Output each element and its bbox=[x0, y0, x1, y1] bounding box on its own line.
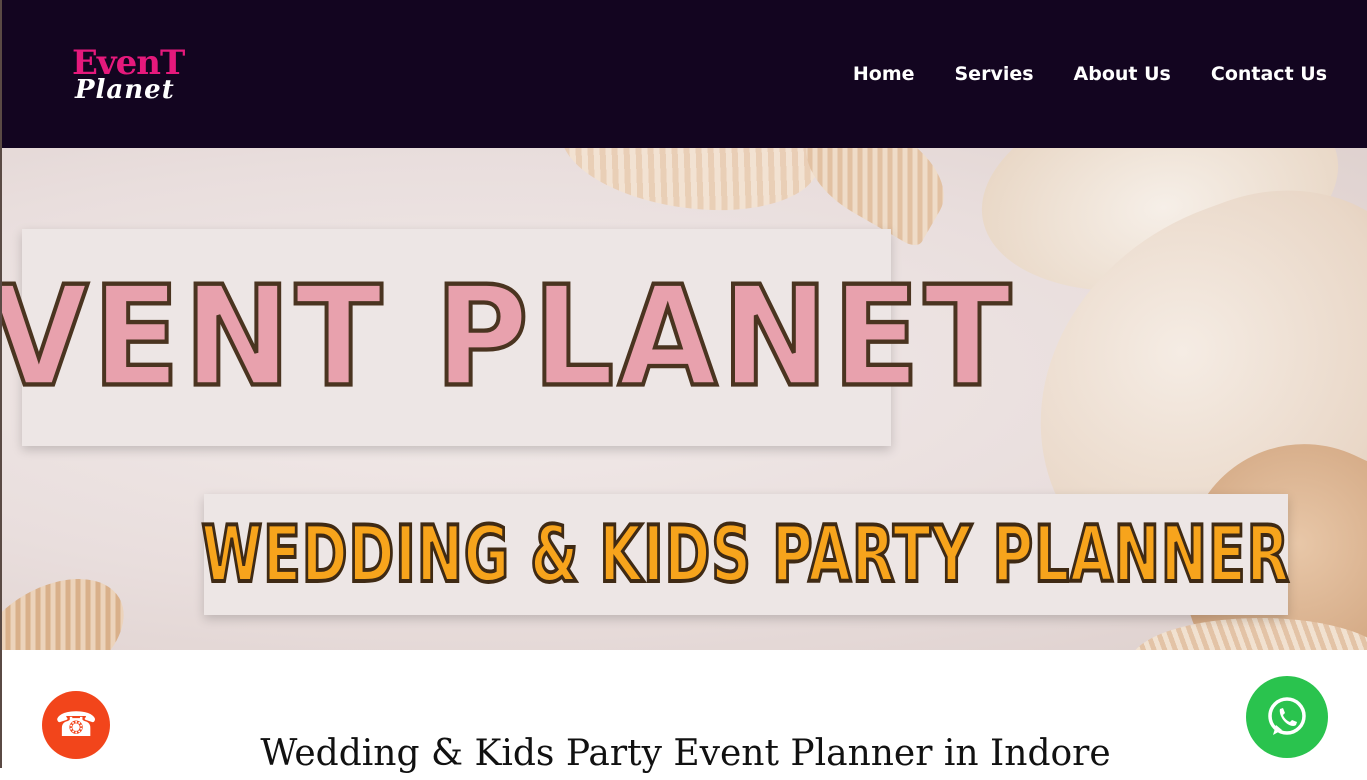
whatsapp-icon bbox=[1268, 697, 1306, 735]
hero-subtitle: WEDDING & KIDS PARTY PLANNER bbox=[200, 507, 1291, 602]
nav-about-us[interactable]: About Us bbox=[1074, 60, 1171, 88]
hero-title-card: EVENT PLANET bbox=[0, 229, 1013, 446]
logo-text-planet: Planet bbox=[75, 75, 175, 105]
phone-icon: ☎ bbox=[54, 705, 98, 745]
site-header: EvenT Planet Home Servies About Us Conta… bbox=[0, 0, 1367, 148]
nav-home[interactable]: Home bbox=[853, 60, 915, 88]
paper-leaf-decoration bbox=[552, 148, 828, 226]
hero-banner: EVENT PLANET WEDDING & KIDS PARTY PLANNE… bbox=[0, 148, 1367, 650]
nav-services[interactable]: Servies bbox=[955, 60, 1034, 88]
page-left-border bbox=[0, 0, 2, 768]
hero-title: EVENT PLANET bbox=[0, 256, 1016, 418]
page-heading: Wedding & Kids Party Event Planner in In… bbox=[260, 733, 1111, 774]
site-logo[interactable]: EvenT Planet bbox=[72, 46, 185, 108]
paper-leaf-decoration bbox=[0, 554, 145, 650]
nav-contact-us[interactable]: Contact Us bbox=[1211, 60, 1327, 88]
whatsapp-button[interactable] bbox=[1246, 676, 1328, 758]
call-button[interactable]: ☎ bbox=[42, 691, 110, 759]
main-nav: Home Servies About Us Contact Us bbox=[853, 60, 1327, 88]
hero-subtitle-card: WEDDING & KIDS PARTY PLANNER bbox=[200, 494, 1291, 615]
